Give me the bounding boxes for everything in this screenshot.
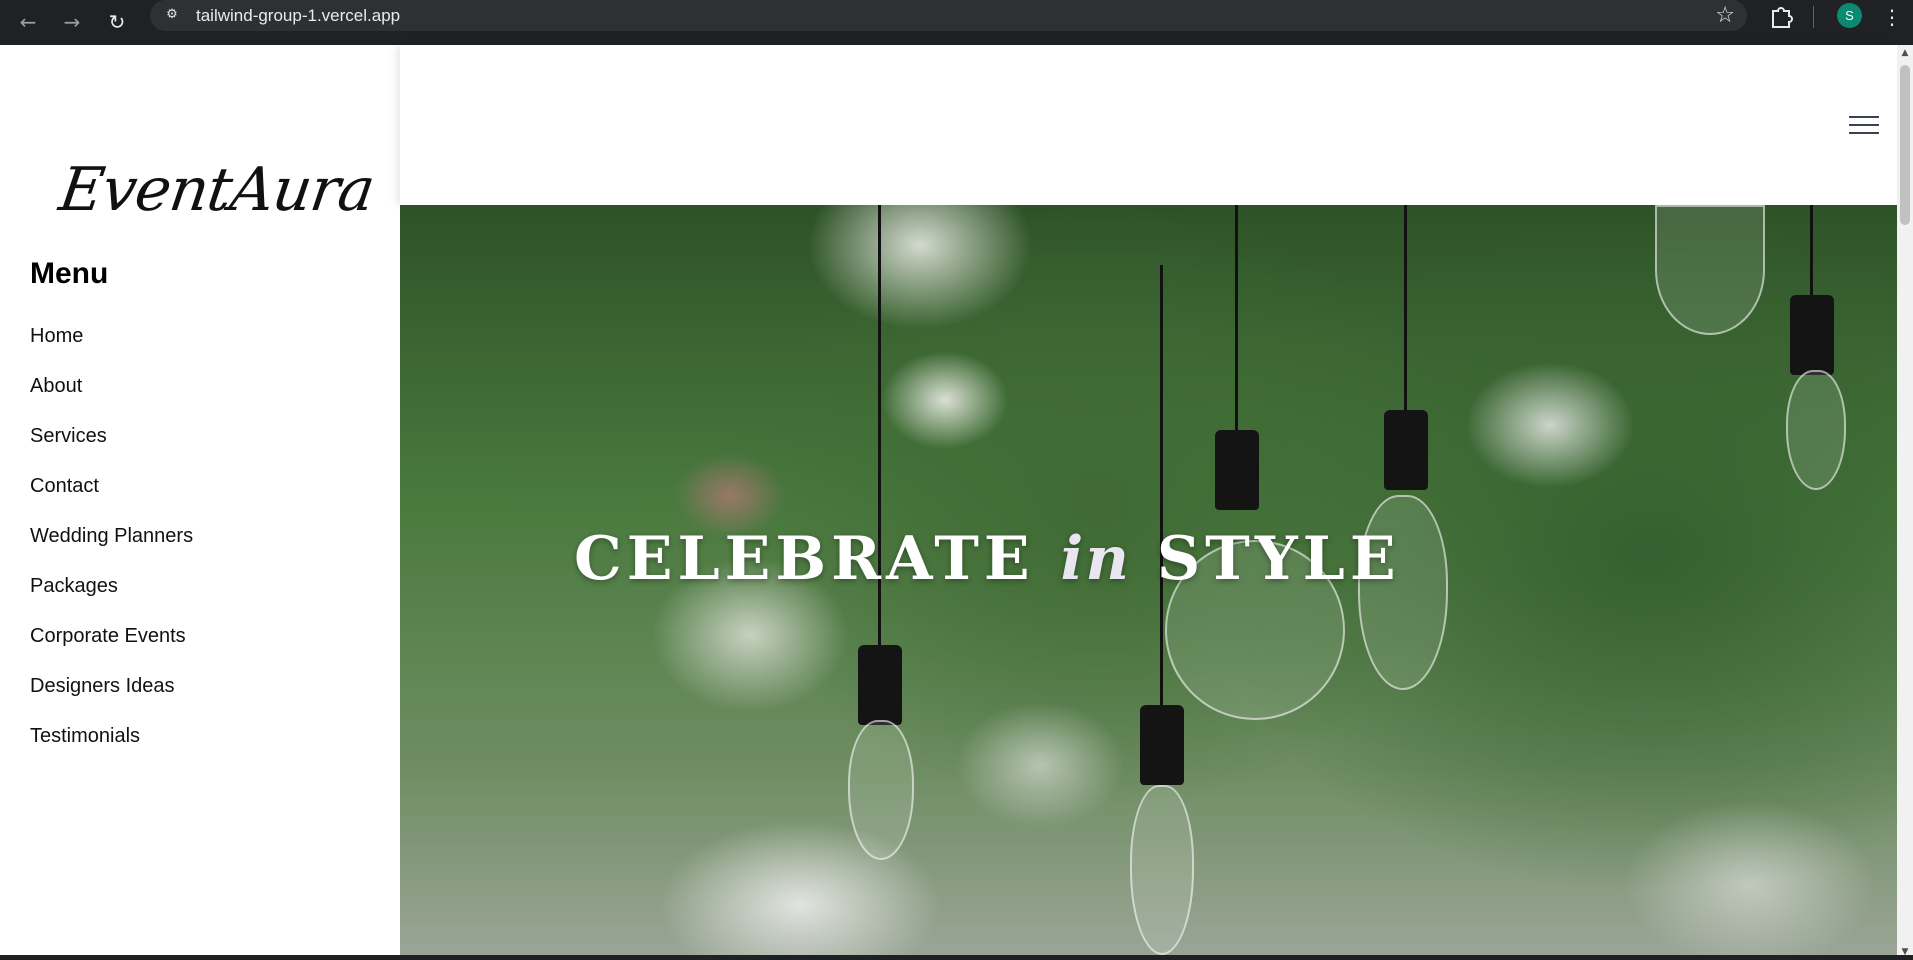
site-logo[interactable]: EventAura	[55, 155, 378, 225]
puzzle-icon[interactable]	[1768, 4, 1794, 30]
sidebar: EventAura Menu Home About Services Conta…	[0, 45, 400, 960]
sidebar-item-packages[interactable]: Packages	[30, 575, 193, 625]
toolbar-divider	[1813, 6, 1814, 28]
hamburger-icon[interactable]	[1849, 116, 1879, 136]
sidebar-item-corporate-events[interactable]: Corporate Events	[30, 625, 193, 675]
top-header	[400, 45, 1897, 205]
window-bottom-edge	[0, 955, 1913, 960]
url-text[interactable]: tailwind-group-1.vercel.app	[196, 0, 400, 31]
scroll-up-icon[interactable]: ▲	[1897, 45, 1913, 61]
address-bar[interactable]: ⚙ tailwind-group-1.vercel.app ☆	[150, 0, 1747, 31]
page-scrollbar[interactable]: ▲ ▼	[1897, 45, 1913, 960]
profile-avatar[interactable]: S	[1837, 3, 1862, 28]
sidebar-menu: Home About Services Contact Wedding Plan…	[30, 325, 193, 775]
sidebar-item-wedding-planners[interactable]: Wedding Planners	[30, 525, 193, 575]
sidebar-item-about[interactable]: About	[30, 375, 193, 425]
sidebar-item-testimonials[interactable]: Testimonials	[30, 725, 193, 775]
browser-toolbar: ← → ↻ ⚙ tailwind-group-1.vercel.app ☆ S …	[0, 0, 1913, 45]
hero-title-part1: CELEBRATE	[574, 524, 1035, 594]
hero-title: CELEBRATE in STYLE	[574, 524, 1401, 594]
scroll-thumb[interactable]	[1900, 65, 1910, 225]
hero-title-part3: STYLE	[1156, 524, 1401, 594]
back-arrow-icon[interactable]: ←	[12, 6, 44, 38]
sidebar-item-services[interactable]: Services	[30, 425, 193, 475]
vertical-dots-icon[interactable]: ⋮	[1882, 4, 1902, 30]
hero-section: CELEBRATE in STYLE	[400, 205, 1897, 955]
sidebar-item-designers-ideas[interactable]: Designers Ideas	[30, 675, 193, 725]
hero-title-part2: in	[1060, 524, 1131, 594]
forward-arrow-icon[interactable]: →	[56, 6, 88, 38]
star-icon[interactable]: ☆	[1715, 2, 1735, 29]
sidebar-item-home[interactable]: Home	[30, 325, 193, 375]
site-info-icon[interactable]: ⚙	[162, 5, 182, 25]
menu-title: Menu	[30, 257, 109, 290]
sidebar-item-contact[interactable]: Contact	[30, 475, 193, 525]
reload-icon[interactable]: ↻	[101, 6, 133, 38]
